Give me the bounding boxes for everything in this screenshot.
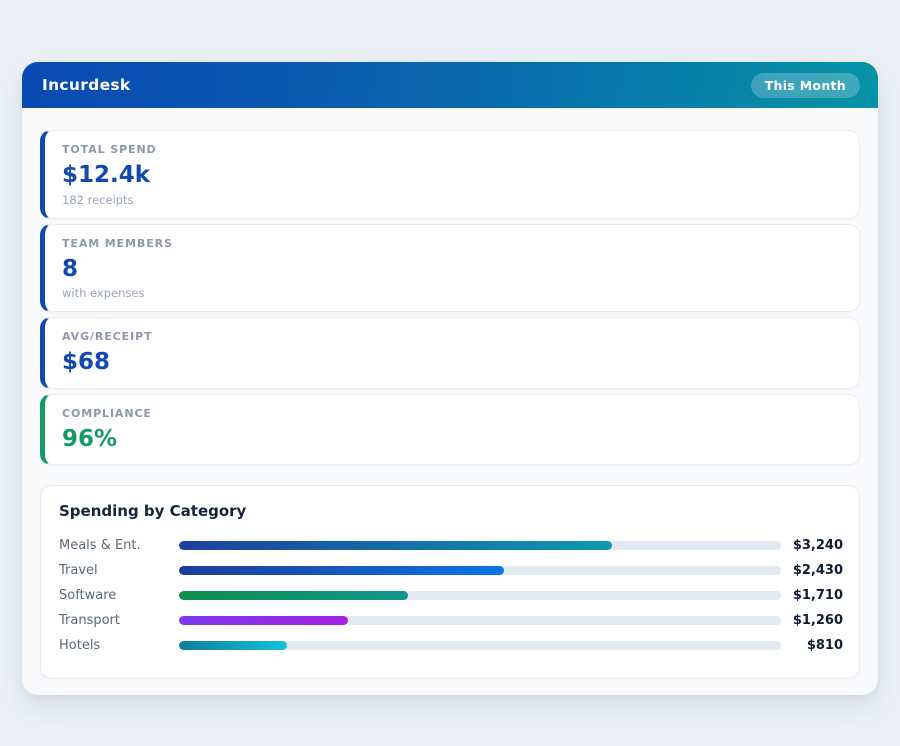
bar-track (179, 541, 781, 550)
stat-sub: with expenses (62, 286, 841, 300)
stat-card: TOTAL SPEND $12.4k 182 receipts (40, 130, 860, 219)
chart-row: Meals & Ent. $3,240 (59, 533, 843, 558)
chart-rows: Meals & Ent. $3,240 Travel $2,430 Softwa… (59, 533, 843, 658)
category-value: $810 (781, 638, 843, 653)
chart-title: Spending by Category (59, 502, 843, 520)
category-label: Hotels (59, 638, 179, 653)
category-label: Meals & Ent. (59, 538, 179, 553)
expense-dashboard-card: Incurdesk This Month TOTAL SPEND $12.4k … (22, 62, 878, 695)
app-title: Incurdesk (42, 76, 131, 94)
app-header: Incurdesk This Month (22, 62, 878, 108)
category-label: Software (59, 588, 179, 603)
stat-label: TEAM MEMBERS (62, 237, 841, 250)
bar-track (179, 641, 781, 650)
category-value: $2,430 (781, 563, 843, 578)
stat-label: COMPLIANCE (62, 407, 841, 420)
category-value: $1,710 (781, 588, 843, 603)
stat-value: $68 (62, 349, 841, 377)
stats-section: TOTAL SPEND $12.4k 182 receipts TEAM MEM… (40, 130, 860, 465)
stat-card: COMPLIANCE 96% (40, 394, 860, 466)
spending-chart-card: Spending by Category Meals & Ent. $3,240… (40, 485, 860, 679)
chart-row: Software $1,710 (59, 583, 843, 608)
page-background: Incurdesk This Month TOTAL SPEND $12.4k … (0, 0, 900, 746)
period-badge[interactable]: This Month (751, 73, 860, 98)
stat-label: AVG/RECEIPT (62, 330, 841, 343)
category-label: Travel (59, 563, 179, 578)
category-label: Transport (59, 613, 179, 628)
stat-card: AVG/RECEIPT $68 (40, 317, 860, 389)
bar-fill (179, 591, 408, 600)
bar-track (179, 591, 781, 600)
stat-value: 96% (62, 426, 841, 454)
category-value: $1,260 (781, 613, 843, 628)
bar-fill (179, 541, 612, 550)
stat-card: TEAM MEMBERS 8 with expenses (40, 224, 860, 313)
stat-value: $12.4k (62, 162, 841, 190)
stat-label: TOTAL SPEND (62, 143, 841, 156)
chart-row: Travel $2,430 (59, 558, 843, 583)
chart-row: Transport $1,260 (59, 608, 843, 633)
bar-track (179, 566, 781, 575)
bar-fill (179, 641, 287, 650)
bar-track (179, 616, 781, 625)
category-value: $3,240 (781, 538, 843, 553)
bar-fill (179, 616, 348, 625)
bar-fill (179, 566, 504, 575)
stat-sub: 182 receipts (62, 193, 841, 207)
dashboard-content: TOTAL SPEND $12.4k 182 receipts TEAM MEM… (22, 108, 878, 695)
stat-value: 8 (62, 256, 841, 284)
chart-row: Hotels $810 (59, 633, 843, 658)
